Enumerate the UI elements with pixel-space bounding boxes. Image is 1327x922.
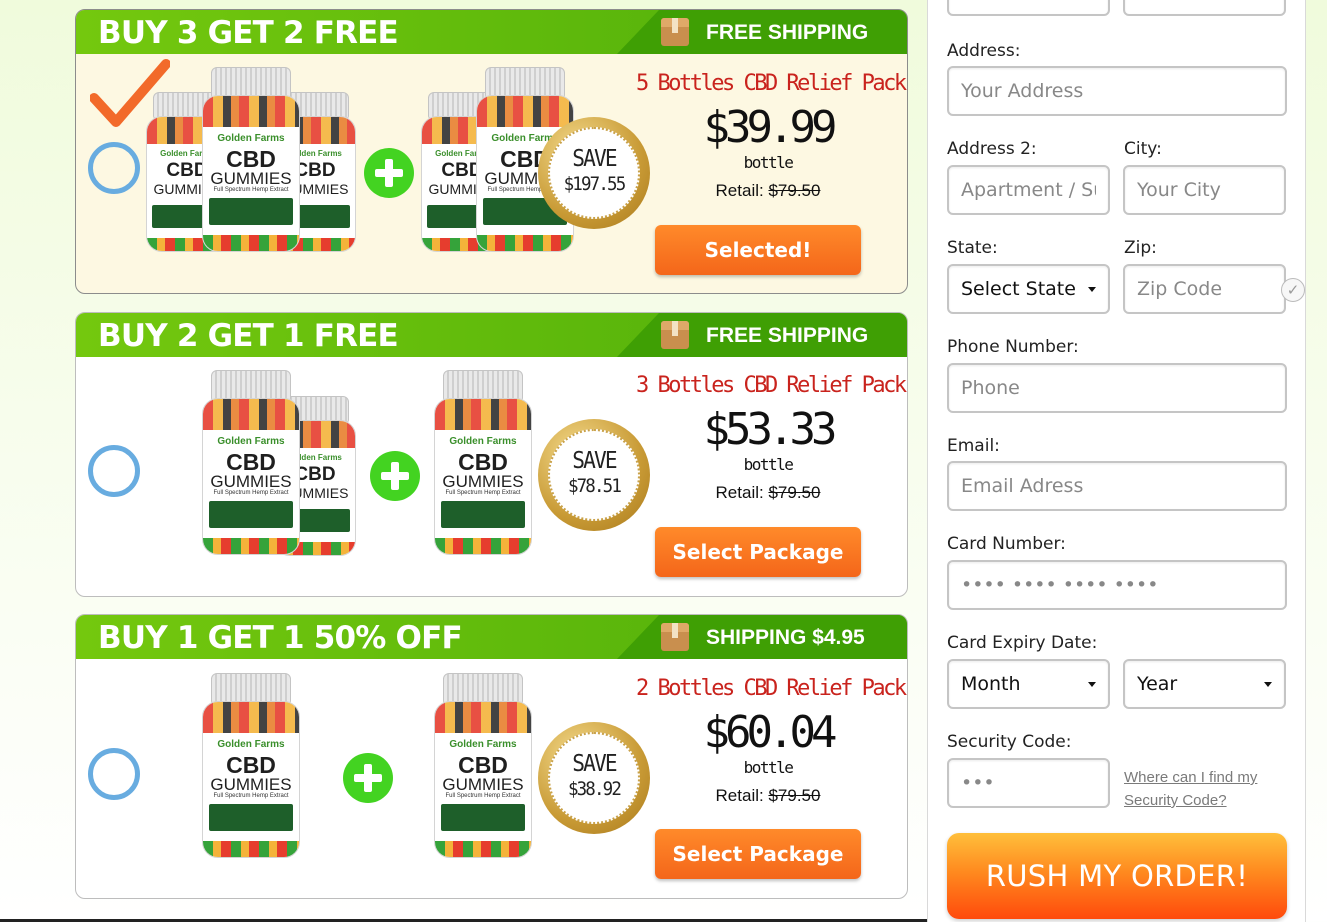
expiry-year-select[interactable]: Year	[1123, 659, 1286, 709]
product-bottle: Golden Farms CBD GUMMIES Full Spectrum Hemp…	[434, 673, 532, 858]
chevron-down-icon	[1088, 681, 1096, 687]
price: $39.99	[703, 102, 838, 153]
plus-icon	[370, 451, 420, 501]
price-unit: bottle	[743, 758, 794, 777]
shipping-label: SHIPPING $4.95	[706, 626, 865, 649]
product-bottle: Golden Farms CBD GUMMIES Full Spectrum Hemp…	[434, 370, 532, 555]
package-box-icon	[661, 321, 689, 349]
state-select-value: Select State	[961, 278, 1076, 300]
select-package-button[interactable]: Select Package	[655, 527, 861, 577]
price-unit: bottle	[743, 455, 794, 474]
phone-label: Phone Number:	[947, 337, 1079, 357]
zip-label: Zip:	[1124, 238, 1157, 258]
save-label: SAVE	[572, 448, 617, 474]
save-badge: SAVE $197.55	[538, 117, 650, 229]
price: $53.33	[703, 404, 838, 455]
product-bottle: Golden Farms CBD GUMMIES Full Spectrum Hemp…	[202, 673, 300, 858]
security-code-field[interactable]	[947, 758, 1110, 808]
package-title: BUY 3 GET 2 FREE	[98, 15, 399, 51]
rush-my-order-button[interactable]: RUSH MY ORDER!	[947, 833, 1287, 919]
expiry-label: Card Expiry Date:	[947, 633, 1098, 653]
shipping-label: FREE SHIPPING	[706, 21, 869, 44]
save-badge: SAVE $38.92	[538, 722, 650, 834]
chevron-down-icon	[1088, 286, 1096, 292]
card-number-label: Card Number:	[947, 534, 1066, 554]
retail-price: Retail: $79.50	[715, 786, 821, 805]
package-box-icon	[661, 623, 689, 651]
package-radio[interactable]	[88, 445, 140, 497]
security-code-label: Security Code:	[947, 732, 1072, 752]
check-circle-icon: ✓	[1281, 278, 1305, 302]
shipping-label: FREE SHIPPING	[706, 324, 869, 347]
state-label: State:	[947, 238, 998, 258]
price-column: 2 Bottles CBD Relief Pack $60.04 bottle …	[636, 675, 907, 806]
product-bottle: Golden Farms CBD GUMMIES Full Spectrum Hemp…	[202, 370, 300, 555]
phone-field[interactable]	[947, 363, 1287, 413]
address2-field[interactable]	[947, 165, 1110, 215]
price: $60.04	[703, 707, 838, 758]
pack-name: 2 Bottles CBD Relief Pack	[636, 676, 907, 701]
package-radio[interactable]	[88, 142, 140, 194]
city-field[interactable]	[1123, 165, 1286, 215]
address-label: Address:	[947, 41, 1021, 61]
select-package-button[interactable]: Selected!	[655, 225, 861, 275]
city-label: City:	[1124, 139, 1162, 159]
retail-price: Retail: $79.50	[715, 483, 821, 502]
pack-name: 5 Bottles CBD Relief Pack	[636, 71, 907, 96]
save-amount: $38.92	[567, 778, 622, 800]
package-card-1[interactable]: BUY 3 GET 2 FREE FREE SHIPPING Golden Fa…	[75, 9, 908, 294]
package-header: BUY 2 GET 1 FREE FREE SHIPPING	[76, 313, 907, 357]
zip-field[interactable]	[1123, 264, 1286, 314]
price-unit: bottle	[743, 153, 794, 172]
security-code-help-link[interactable]: Where can I find my Security Code?	[1124, 766, 1299, 812]
retail-price: Retail: $79.50	[715, 181, 821, 200]
package-radio[interactable]	[88, 748, 140, 800]
save-label: SAVE	[572, 146, 617, 172]
year-select-value: Year	[1137, 673, 1178, 695]
month-select-value: Month	[961, 673, 1021, 695]
package-title: BUY 1 GET 1 50% OFF	[98, 620, 463, 656]
price-column: 5 Bottles CBD Relief Pack $39.99 bottle …	[636, 70, 907, 201]
state-select[interactable]: Select State	[947, 264, 1110, 314]
last-name-field[interactable]	[1123, 0, 1286, 16]
first-name-field[interactable]	[947, 0, 1110, 16]
select-package-button[interactable]: Select Package	[655, 829, 861, 879]
card-number-field[interactable]	[947, 560, 1287, 610]
product-bottle: Golden Farms CBD GUMMIES Full Spectrum Hemp…	[202, 67, 300, 252]
email-field[interactable]	[947, 461, 1287, 511]
package-card-3[interactable]: BUY 1 GET 1 50% OFF SHIPPING $4.95 Golde…	[75, 614, 908, 899]
save-label: SAVE	[572, 751, 617, 777]
pack-name: 3 Bottles CBD Relief Pack	[636, 373, 907, 398]
save-amount: $78.51	[567, 475, 622, 497]
package-title: BUY 2 GET 1 FREE	[98, 318, 399, 354]
package-header: BUY 1 GET 1 50% OFF SHIPPING $4.95	[76, 615, 907, 659]
plus-icon	[364, 148, 414, 198]
expiry-month-select[interactable]: Month	[947, 659, 1110, 709]
package-header: BUY 3 GET 2 FREE FREE SHIPPING	[76, 10, 907, 54]
save-amount: $197.55	[563, 173, 627, 195]
package-card-2[interactable]: BUY 2 GET 1 FREE FREE SHIPPING Golden Fa…	[75, 312, 908, 597]
address-field[interactable]	[947, 66, 1287, 116]
price-column: 3 Bottles CBD Relief Pack $53.33 bottle …	[636, 372, 907, 503]
address2-label: Address 2:	[947, 139, 1037, 159]
plus-icon	[343, 753, 393, 803]
package-box-icon	[661, 18, 689, 46]
chevron-down-icon	[1264, 681, 1272, 687]
email-label: Email:	[947, 436, 1000, 456]
save-badge: SAVE $78.51	[538, 419, 650, 531]
